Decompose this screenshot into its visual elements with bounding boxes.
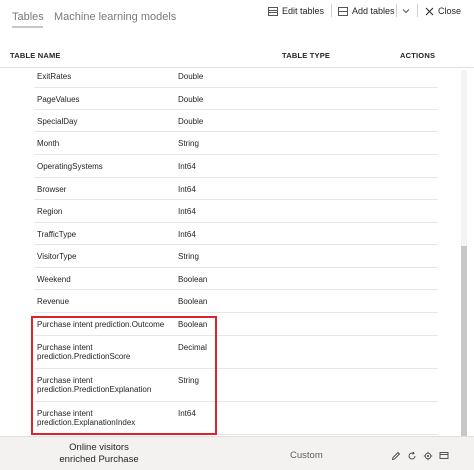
close-label: Close [438, 6, 462, 16]
edit-icon[interactable] [391, 451, 401, 461]
column-name: VisitorType [37, 252, 77, 261]
more-icon[interactable] [439, 451, 449, 461]
column-header-table-type: TABLE TYPE [282, 51, 331, 60]
column-type: Double [178, 95, 204, 104]
close-icon [425, 7, 434, 15]
table-row[interactable]: Revenue Boolean [34, 290, 438, 313]
column-header-actions: ACTIONS [400, 51, 436, 60]
table-type: Custom [290, 450, 323, 461]
add-tables-dropdown-button[interactable] [400, 4, 412, 18]
tab-machine-learning-models[interactable]: Machine learning models [54, 11, 176, 23]
table-edit-icon [268, 6, 278, 16]
table-row[interactable]: Month String [34, 132, 438, 155]
column-name: Month [37, 139, 60, 148]
column-name: Weekend [37, 275, 71, 284]
selected-table-row[interactable]: Online visitors enriched Purchase Custom [0, 436, 474, 470]
column-type: String [178, 139, 199, 148]
table-row[interactable]: Weekend Boolean [34, 268, 438, 290]
close-button[interactable]: Close [425, 4, 461, 18]
column-name: Region [37, 207, 63, 216]
column-header-table-name: TABLE NAME [10, 51, 61, 60]
tab-tables[interactable]: Tables [12, 11, 44, 23]
table-name-line: enriched Purchase [59, 454, 139, 465]
table-row[interactable]: Browser Int64 [34, 178, 438, 200]
table-row[interactable]: ExitRates Double [34, 68, 438, 88]
table-row[interactable]: OperatingSystems Int64 [34, 155, 438, 178]
highlight-box [31, 316, 217, 435]
table-row[interactable]: SpecialDay Double [34, 110, 438, 132]
toolbar-divider [417, 4, 418, 17]
table-row[interactable]: PageValues Double [34, 88, 438, 110]
column-type: Int64 [178, 162, 196, 171]
table-name: Online visitors enriched Purchase [34, 442, 164, 466]
column-type: Double [178, 72, 204, 81]
refresh-icon[interactable] [407, 451, 417, 461]
table-name-line: Online visitors [69, 442, 129, 453]
settings-icon[interactable] [423, 451, 433, 461]
column-type: Boolean [178, 275, 208, 284]
toolbar-divider [331, 4, 332, 17]
top-bar: Tables Machine learning models Edit tabl… [0, 0, 474, 38]
column-name: Browser [37, 185, 67, 194]
table-row[interactable]: VisitorType String [34, 245, 438, 268]
column-type: Double [178, 117, 204, 126]
column-type: Boolean [178, 297, 208, 306]
column-name: TrafficType [37, 230, 77, 239]
table-header: TABLE NAME TABLE TYPE ACTIONS [0, 44, 474, 68]
add-tables-button[interactable]: Add tables [338, 4, 395, 18]
table-row[interactable]: Region Int64 [34, 200, 438, 223]
chevron-down-icon [402, 9, 410, 14]
column-type: String [178, 252, 199, 261]
column-name: Revenue [37, 297, 70, 306]
table-add-icon [338, 6, 348, 16]
column-name: ExitRates [37, 72, 72, 81]
edit-tables-label: Edit tables [282, 6, 325, 16]
active-tab-indicator [12, 26, 43, 28]
column-name: OperatingSystems [37, 162, 103, 171]
table-row[interactable]: TrafficType Int64 [34, 223, 438, 245]
column-name: PageValues [37, 95, 80, 104]
column-type: Int64 [178, 207, 196, 216]
add-tables-label: Add tables [352, 6, 395, 16]
scrollbar-thumb[interactable] [461, 246, 467, 436]
column-type: Int64 [178, 185, 196, 194]
column-name: SpecialDay [37, 117, 78, 126]
toolbar-divider [396, 4, 397, 17]
edit-tables-button[interactable]: Edit tables [268, 4, 324, 18]
column-type: Int64 [178, 230, 196, 239]
